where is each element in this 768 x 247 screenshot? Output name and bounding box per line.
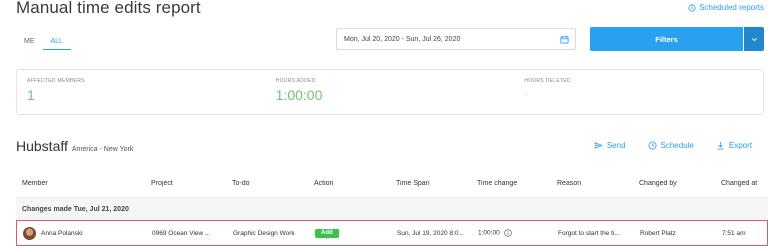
filters-dropdown-toggle[interactable]: [744, 27, 764, 51]
download-icon: [717, 141, 724, 150]
action-badge: Add: [315, 228, 339, 238]
column-header-time-change[interactable]: Time change: [477, 180, 557, 187]
schedule-button[interactable]: Schedule: [648, 141, 694, 150]
stat-affected-members: AFFECTED MEMBERS 1: [17, 70, 266, 114]
send-button[interactable]: Send: [594, 141, 626, 150]
column-header-time-span[interactable]: Time Span: [396, 180, 477, 187]
column-header-member[interactable]: Member: [16, 180, 151, 187]
date-range-value: Mon, Jul 20, 2020 - Sun, Jul 26, 2020: [344, 35, 461, 43]
calendar-icon: [560, 35, 569, 44]
scheduled-reports-link[interactable]: Scheduled reports: [688, 3, 764, 12]
export-button[interactable]: Export: [716, 141, 752, 150]
scheduled-reports-label: Scheduled reports: [699, 3, 764, 12]
manual-edits-table: Member Project To-do Action Time Span Ti…: [16, 170, 768, 246]
date-group-header: Changes made Tue, Jul 21, 2020: [16, 198, 768, 220]
organization-name: Hubstaff: [16, 138, 68, 154]
time-span-cell: Sun, Jul 19, 2020 8:0...: [397, 229, 464, 237]
time-change-value: 1:00:00: [478, 229, 500, 237]
time-change-cell: 1:00:00: [478, 229, 558, 237]
timezone-label: America - New York: [71, 146, 134, 153]
action-cell: Add: [315, 228, 397, 238]
column-header-action[interactable]: Action: [314, 180, 396, 187]
stat-value: 1: [27, 87, 35, 103]
report-header: Hubstaff America - New York: [16, 138, 133, 154]
export-label: Export: [728, 141, 752, 150]
table-header: Member Project To-do Action Time Span Ti…: [16, 170, 768, 198]
schedule-label: Schedule: [660, 141, 694, 150]
changed-at-cell: 7:51 am: [722, 229, 746, 237]
send-label: Send: [606, 141, 626, 150]
stat-value: 1:00:00: [275, 87, 323, 103]
todo-cell: Graphic Design Work: [233, 229, 295, 237]
column-header-project[interactable]: Project: [151, 180, 232, 187]
stat-label: AFFECTED MEMBERS: [27, 78, 85, 84]
project-cell: 0969 Ocean View ...: [152, 229, 211, 237]
member-cell: Anna Polanski: [17, 226, 152, 240]
tab-all[interactable]: ALL: [42, 38, 71, 50]
clock-icon: [688, 3, 696, 12]
stat-hours-deleted: HOURS DELETED -: [514, 70, 763, 114]
date-range-picker[interactable]: Mon, Jul 20, 2020 - Sun, Jul 26, 2020: [336, 28, 576, 50]
column-header-reason[interactable]: Reason: [557, 180, 639, 187]
clock-icon: [648, 141, 657, 150]
send-icon: [594, 142, 603, 149]
tab-me[interactable]: ME: [18, 38, 43, 50]
stat-hours-added: HOURS ADDED 1:00:00: [266, 70, 515, 114]
column-header-changed-by[interactable]: Changed by: [639, 180, 721, 187]
summary-stats: AFFECTED MEMBERS 1 HOURS ADDED 1:00:00 H…: [16, 69, 764, 115]
report-actions: Send Schedule Export: [594, 141, 752, 150]
page-title: Manual time edits report: [16, 0, 201, 17]
table-row[interactable]: Anna Polanski 0969 Ocean View ... Graphi…: [16, 220, 768, 246]
reason-cell: Forgot to start the ti...: [558, 229, 620, 237]
changed-by-cell: Robert Platz: [640, 229, 676, 237]
avatar: [23, 226, 36, 240]
column-header-todo[interactable]: To-do: [232, 180, 314, 187]
column-header-changed-at[interactable]: Changed at: [721, 180, 766, 187]
member-scope-tabs: ME ALL: [18, 38, 71, 50]
stat-value: -: [524, 89, 528, 100]
chevron-down-icon: [751, 37, 757, 41]
info-icon[interactable]: [503, 229, 512, 237]
filters-button[interactable]: Filters: [590, 27, 743, 51]
stat-label: HOURS ADDED: [275, 78, 316, 84]
member-name: Anna Polanski: [41, 229, 83, 237]
stat-label: HOURS DELETED: [524, 78, 571, 84]
